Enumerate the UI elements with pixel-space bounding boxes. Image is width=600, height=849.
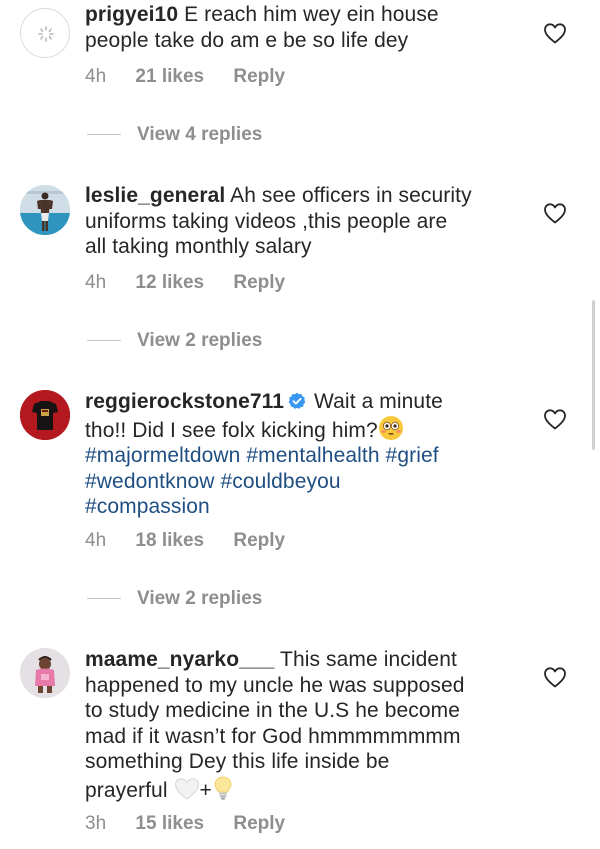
comment-body: people take do am e be so life dey [85,28,409,52]
username[interactable]: maame_nyarko___ [85,648,274,671]
view-replies-label[interactable]: View 2 replies [137,330,262,351]
likes-count[interactable]: 18 likes [135,530,204,551]
comment-text: leslie_general Ah see officers in securi… [85,183,525,260]
comment-body: Ah see officers in security [230,184,472,207]
flushed-face-emoji-icon [378,415,403,440]
comment-text: prigyei10 E reach him wey ein house peop… [85,2,525,53]
verified-badge-icon [288,392,306,409]
white-heart-emoji-icon [174,777,199,800]
view-replies-button[interactable]: View 2 replies [87,588,262,612]
heart-icon[interactable] [543,202,567,224]
view-replies-button[interactable]: View 2 replies [87,330,262,354]
avatar[interactable] [20,390,70,440]
plus-sign: + [199,778,212,802]
avatar[interactable] [20,648,70,698]
profile-photo-icon [20,185,70,235]
heart-icon[interactable] [543,22,567,44]
view-replies-label[interactable]: View 2 replies [137,588,262,609]
light-bulb-emoji-icon [214,776,232,800]
comment-meta: 4h 21 likes Reply [85,66,309,88]
loading-spinner-icon [38,26,54,42]
profile-photo-icon [20,390,70,440]
username[interactable]: leslie_general [85,184,225,207]
comment-meta: 4h 18 likes Reply [85,530,309,552]
profile-photo-icon [20,648,70,698]
likes-count[interactable]: 21 likes [135,66,204,87]
comment-body: prayerful [85,778,168,802]
username[interactable]: reggierockstone711 [85,390,284,413]
heart-icon[interactable] [543,408,567,430]
likes-count[interactable]: 15 likes [135,813,204,834]
view-replies-button[interactable]: View 4 replies [87,124,262,148]
username[interactable]: prigyei10 [85,3,178,26]
scrollbar[interactable] [592,300,595,450]
comment-body: to study medicine in the U.S he become [85,699,461,722]
view-replies-label[interactable]: View 4 replies [137,124,262,145]
timestamp: 3h [85,813,107,834]
timestamp: 4h [85,272,107,293]
heart-icon[interactable] [543,666,567,688]
hashtag-link[interactable]: #wedontknow #couldbeyou [85,470,341,493]
comment-body: E reach him wey ein house [184,3,439,26]
timestamp: 4h [85,530,107,551]
comment-meta: 3h 15 likes Reply [85,813,309,835]
avatar[interactable] [20,8,70,58]
comment-body: mad if it wasn’t for God hmmmmmmmm [85,724,461,748]
divider [87,134,121,136]
comment-body: This same incident [280,648,457,671]
comment-text: maame_nyarko___ This same incident happe… [85,647,525,803]
comment-body: tho!! Did I see folx kicking him? [85,418,378,442]
divider [87,598,121,600]
avatar[interactable] [20,185,70,235]
comment-body: happened to my uncle he was supposed [85,673,465,697]
likes-count[interactable]: 12 likes [135,272,204,293]
comment-body: all taking monthly salary [85,235,312,258]
hashtag-link[interactable]: #majormeltdown #mentalhealth #grief [85,444,439,467]
timestamp: 4h [85,66,107,87]
reply-button[interactable]: Reply [233,272,285,293]
comment-text: reggierockstone711 Wait a minute tho!! D… [85,389,525,520]
divider [87,340,121,342]
reply-button[interactable]: Reply [233,66,285,87]
comment-body: Wait a minute [314,390,443,413]
hashtag-link[interactable]: #compassion [85,495,210,518]
comment-body: something Dey this life inside be [85,750,390,773]
comment-meta: 4h 12 likes Reply [85,272,309,294]
comment-body: uniforms taking videos ,this people are [85,209,448,233]
reply-button[interactable]: Reply [233,530,285,551]
reply-button[interactable]: Reply [233,813,285,834]
